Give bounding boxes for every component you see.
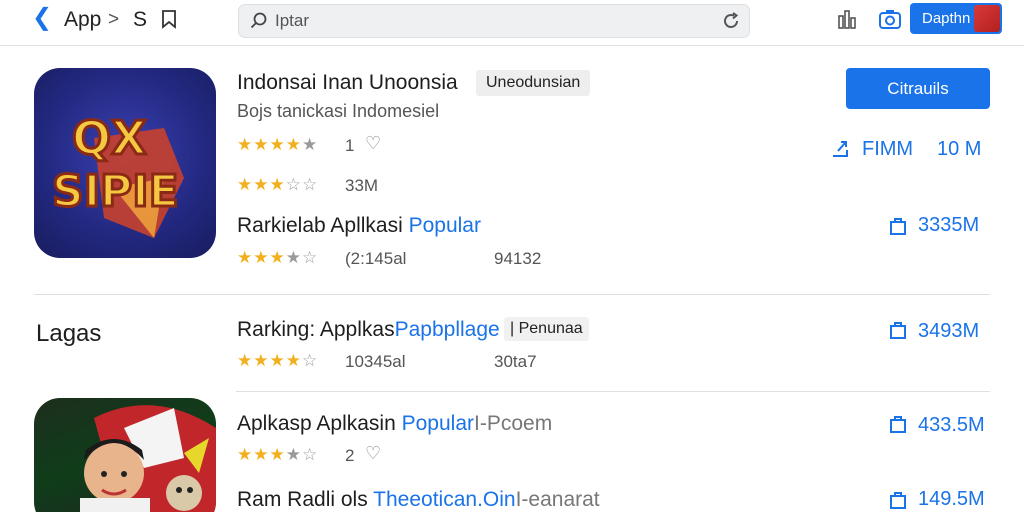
row3-title-highlight: Popular	[401, 412, 474, 435]
row1-rating-stars: ★★★★☆	[237, 248, 319, 267]
row4-title-highlight: Theeotican.Oin	[373, 488, 516, 511]
download-icon[interactable]	[889, 216, 907, 236]
heart-icon[interactable]: ♡	[365, 133, 381, 154]
featured-tag: Uneodunsian	[476, 70, 591, 96]
row3-meta-1: 2	[345, 446, 355, 465]
icon-text-line2: SIPIE	[52, 166, 179, 217]
row4-title[interactable]: Ram Radli ols Theeotican.OinI-eanarat	[237, 488, 600, 512]
install-button[interactable]: Citrauils	[846, 68, 990, 109]
row1-size: 3335M	[918, 214, 980, 236]
row2-tag: | Penunaa	[504, 317, 589, 341]
breadcrumb-app[interactable]: App	[64, 8, 101, 32]
row1-title[interactable]: Rarkielab Apllkasi Popular	[237, 214, 481, 238]
second-app-icon[interactable]	[34, 398, 216, 512]
breadcrumb-separator: >	[108, 9, 120, 30]
row1-meta-2: 94132	[494, 249, 542, 268]
search-bar[interactable]	[238, 4, 750, 38]
back-arrow-icon[interactable]: ❮	[32, 6, 52, 30]
row3-title-suffix: I-Pcoem	[474, 412, 553, 435]
row2-meta-2: 30ta7	[494, 352, 537, 371]
bar-chart-icon[interactable]	[836, 8, 858, 30]
featured-subtitle: Bojs tanickasi Indomesiel	[237, 101, 440, 121]
featured-rating-stars: ★★★★★	[237, 135, 319, 154]
camera-icon[interactable]	[878, 8, 902, 30]
bookmark-icon[interactable]	[160, 9, 178, 29]
row1-title-text: Rarkielab Apllkasi	[237, 214, 409, 237]
top-bar: ❮ App > S Dapthn	[0, 0, 1024, 46]
divider	[236, 391, 990, 392]
featured-app-title[interactable]: Indonsai Inan Unoonsia	[237, 71, 458, 95]
featured-app-artwork: QX SIPIE	[51, 110, 184, 238]
download-icon[interactable]	[889, 320, 907, 340]
row1-title-highlight: Popular	[408, 214, 481, 237]
icon-text-line1: QX	[72, 111, 147, 165]
featured-stat-value: 10 M	[937, 138, 982, 160]
breadcrumb-s[interactable]: S	[133, 8, 147, 32]
refresh-icon[interactable]	[721, 11, 741, 31]
row4-title-text: Ram Radli ols	[237, 488, 374, 511]
divider	[34, 294, 990, 295]
section-title: Lagas	[36, 320, 102, 347]
flag-icon	[974, 5, 1000, 32]
row3-title[interactable]: Aplkasp Aplkasin PopularI-Pcoem	[237, 412, 552, 436]
featured-rating-count: 1	[345, 136, 355, 155]
row2-title-text: Rarking: Applkas	[237, 318, 395, 341]
search-input[interactable]	[275, 9, 715, 33]
featured-app-icon[interactable]: QX SIPIE	[34, 68, 216, 258]
download-icon[interactable]	[889, 414, 907, 434]
row2-title[interactable]: Rarking: ApplkasPapbpllage	[237, 318, 500, 342]
row4-size: 149.5M	[918, 488, 985, 510]
row1-meta-1: (2:145al	[345, 249, 407, 268]
row2-rating-stars: ★★★★☆	[237, 351, 319, 370]
row2-meta-1: 10345al	[345, 352, 406, 371]
row3-size: 433.5M	[918, 414, 985, 436]
featured-rating2-value: 33M	[345, 176, 379, 195]
top-action-label: Dapthn	[922, 10, 971, 27]
download-icon[interactable]	[889, 490, 907, 510]
row4-title-suffix: I-eanarat	[515, 488, 600, 511]
share-icon[interactable]	[830, 138, 854, 160]
featured-rating2-stars: ★★★☆☆	[237, 175, 319, 194]
second-app-artwork	[80, 405, 216, 512]
row2-title-highlight: Papbpllage	[394, 318, 500, 341]
heart-icon[interactable]: ♡	[365, 443, 381, 464]
row2-size: 3493M	[918, 320, 980, 342]
top-action-button[interactable]: Dapthn	[910, 3, 1002, 34]
row3-title-text: Aplkasp Aplkasin	[237, 412, 402, 435]
row3-rating-stars: ★★★★☆	[237, 445, 319, 464]
search-icon	[250, 12, 267, 29]
featured-stat-label: FIMM	[862, 138, 914, 160]
